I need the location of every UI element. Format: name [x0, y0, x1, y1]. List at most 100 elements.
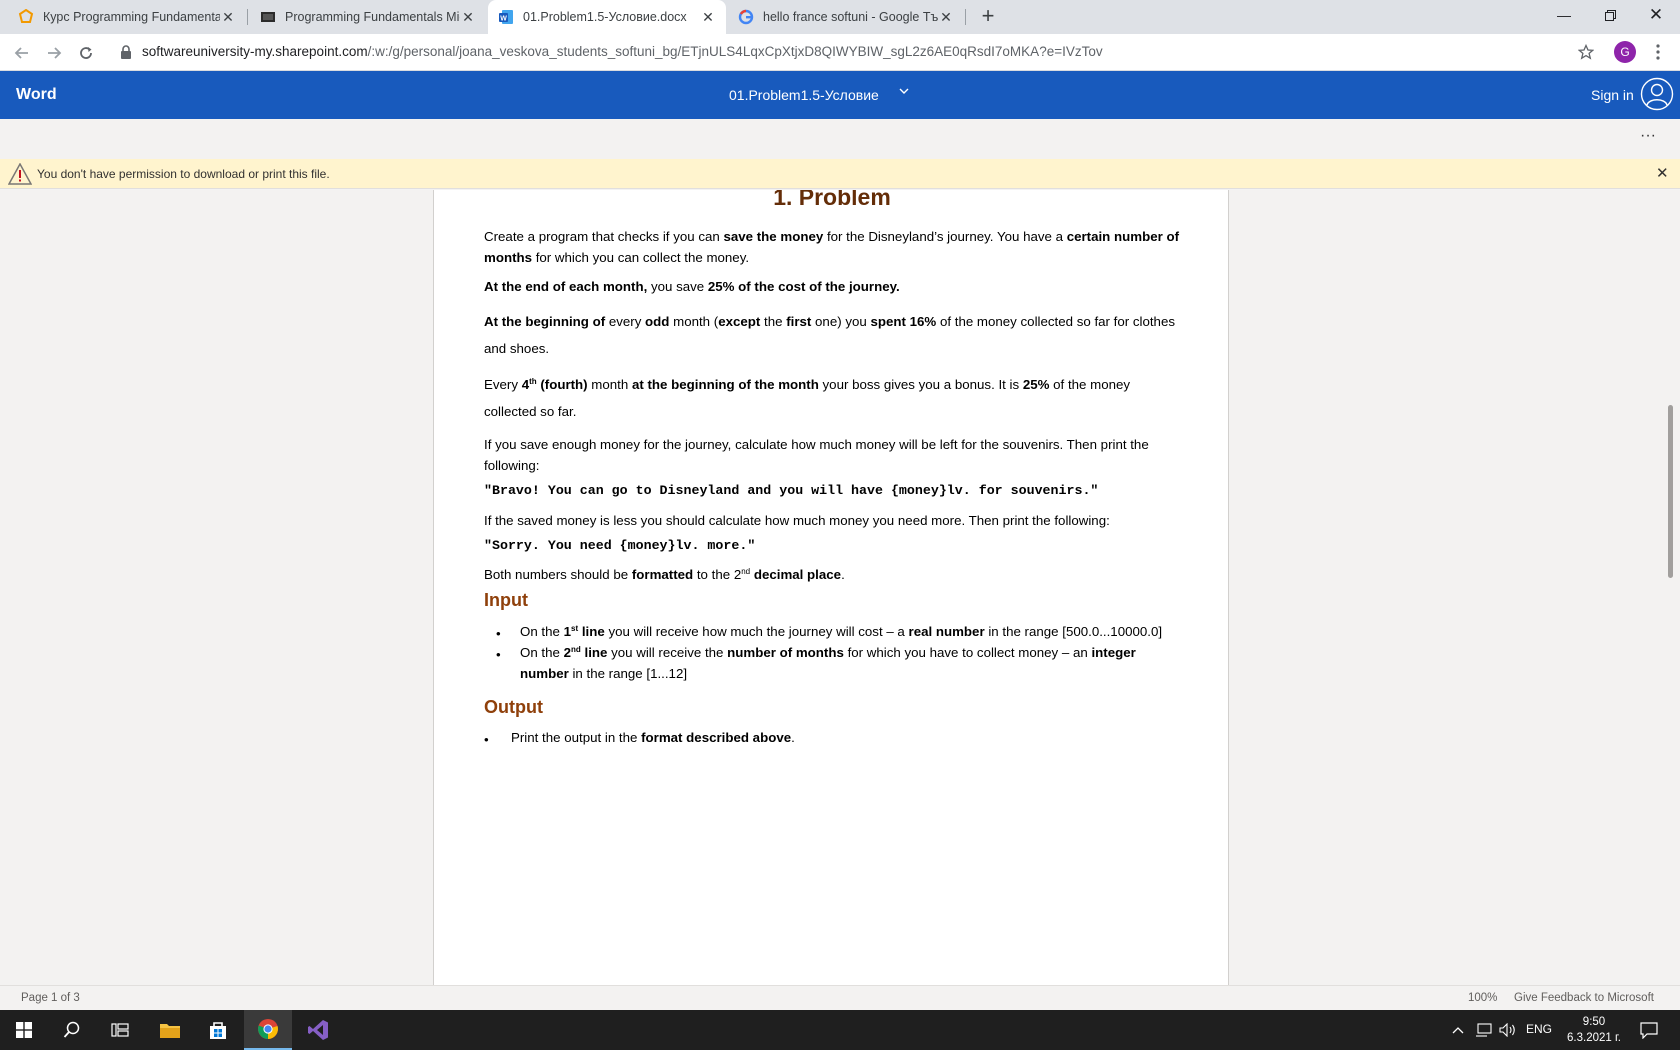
- paragraph-enough: If you save enough money for the journey…: [484, 437, 1149, 473]
- url-field[interactable]: softwareuniversity-my.sharepoint.com/:w:…: [110, 37, 1600, 67]
- list-item-input-1: On the 1st line you will receive how muc…: [520, 624, 1163, 639]
- search-button[interactable]: [48, 1010, 96, 1050]
- address-bar: softwareuniversity-my.sharepoint.com/:w:…: [0, 34, 1680, 71]
- restore-icon: [1604, 9, 1616, 21]
- list-item-input-2: On the 2nd line you will receive the num…: [520, 645, 1136, 681]
- new-tab-button[interactable]: +: [976, 5, 1000, 29]
- bullet-icon: •: [496, 647, 501, 662]
- word-icon: W: [499, 10, 513, 24]
- search-icon: [63, 1021, 80, 1038]
- paragraph-bonus: Every 4th (fourth) month at the beginnin…: [484, 377, 1131, 419]
- word-header: Word 01.Problem1.5-Условие Sign in: [0, 71, 1680, 119]
- lock-icon[interactable]: [120, 45, 132, 59]
- chevron-up-icon[interactable]: [1452, 1025, 1464, 1035]
- tab-label: Курс Programming Fundamentals: [43, 10, 220, 24]
- list-item-output-1: Print the output in the format described…: [511, 730, 795, 745]
- url-host: softwareuniversity-my.sharepoint.com: [142, 44, 368, 59]
- tab-video[interactable]: Programming Fundamentals Mid ✕: [250, 0, 486, 34]
- browser-tab-strip: Курс Programming Fundamentals ✕ Programm…: [0, 0, 1680, 34]
- url-path: /:w:/g/personal/joana_veskova_students_s…: [367, 44, 1103, 59]
- warning-icon: [8, 163, 32, 185]
- chevron-down-icon[interactable]: [898, 85, 910, 100]
- tab-course[interactable]: Курс Programming Fundamentals ✕: [8, 0, 246, 34]
- chrome-taskbar-button[interactable]: [244, 1010, 292, 1050]
- paragraph-less: If the saved money is less you should ca…: [484, 513, 1110, 528]
- input-heading: Input: [484, 590, 528, 610]
- close-icon[interactable]: ✕: [1656, 164, 1669, 182]
- back-arrow-icon: [14, 47, 28, 59]
- vertical-scrollbar[interactable]: [1668, 405, 1673, 578]
- folder-icon: [160, 1024, 180, 1038]
- task-view-button[interactable]: [96, 1010, 144, 1050]
- ribbon-bar: ···: [0, 119, 1680, 159]
- svg-text:W: W: [500, 16, 507, 23]
- warning-message: You don't have permission to download or…: [37, 167, 330, 181]
- reload-icon: [80, 47, 92, 59]
- code-bravo-output: "Bravo! You can go to Disneyland and you…: [484, 483, 1099, 498]
- tab-label: hello france softuni - Google Търсене: [763, 10, 938, 24]
- close-window-button[interactable]: ✕: [1633, 0, 1679, 30]
- network-icon[interactable]: [1475, 1023, 1493, 1037]
- language-indicator[interactable]: ENG: [1526, 1022, 1552, 1036]
- clock-time: 9:50: [1582, 1016, 1606, 1028]
- store-button[interactable]: [194, 1010, 242, 1050]
- forward-arrow-icon: [48, 47, 62, 59]
- more-options-button[interactable]: ···: [1640, 127, 1656, 145]
- app-name[interactable]: Word: [16, 86, 57, 104]
- sign-in-link[interactable]: Sign in: [1591, 87, 1634, 103]
- video-icon: [261, 12, 275, 22]
- softuni-icon: [18, 9, 34, 23]
- profile-avatar[interactable]: G: [1614, 41, 1636, 63]
- bullet-icon: •: [484, 732, 489, 747]
- paragraph-end-of-month: At the end of each month, you save 25% o…: [484, 279, 900, 294]
- system-clock[interactable]: 9:50 6.3.2021 г.: [1564, 1014, 1624, 1046]
- shopping-bag-icon: [210, 1022, 226, 1039]
- page-number: Page 1 of 3: [21, 992, 80, 1004]
- document-title[interactable]: 01.Problem1.5-Условие: [729, 87, 879, 103]
- close-tab-icon[interactable]: ✕: [700, 9, 716, 26]
- notifications-icon[interactable]: [1640, 1021, 1658, 1039]
- output-heading: Output: [484, 697, 543, 717]
- paragraph-beginning: At the beginning of every odd month (exc…: [484, 314, 1175, 356]
- tab-label: Programming Fundamentals Mid: [285, 10, 460, 24]
- browser-menu-button[interactable]: [1652, 43, 1664, 61]
- tab-google-search[interactable]: hello france softuni - Google Търсене ✕: [728, 0, 964, 34]
- clock-date: 6.3.2021 г.: [1567, 1032, 1621, 1044]
- chrome-icon: [258, 1019, 278, 1039]
- problem-heading: 1. Problem: [773, 190, 891, 210]
- forward-button[interactable]: [42, 41, 66, 65]
- tab-separator: [247, 9, 248, 25]
- file-explorer-button[interactable]: [146, 1010, 194, 1050]
- paragraph-format: Both numbers should be formatted to the …: [484, 567, 845, 582]
- star-bookmark-icon[interactable]: [1578, 44, 1594, 60]
- feedback-link[interactable]: Give Feedback to Microsoft: [1514, 992, 1654, 1004]
- windows-logo-icon: [16, 1022, 32, 1038]
- windows-taskbar: ENG 9:50 6.3.2021 г.: [0, 1010, 1680, 1050]
- code-sorry-output: "Sorry. You need {money}lv. more.": [484, 538, 756, 553]
- document-canvas[interactable]: 1. Problem Create a program that checks …: [0, 190, 1680, 985]
- volume-icon[interactable]: [1499, 1023, 1517, 1037]
- close-tab-icon[interactable]: ✕: [460, 9, 476, 26]
- url-text: softwareuniversity-my.sharepoint.com/:w:…: [142, 44, 1103, 59]
- tab-label: 01.Problem1.5-Условие.docx: [523, 10, 687, 24]
- google-icon: [738, 9, 754, 25]
- paragraph-intro: Create a program that checks if you can …: [484, 229, 1180, 265]
- person-icon[interactable]: [1640, 77, 1674, 111]
- start-button[interactable]: [0, 1010, 48, 1050]
- task-view-icon: [111, 1023, 129, 1037]
- tab-word-doc[interactable]: W 01.Problem1.5-Условие.docx ✕: [488, 0, 726, 34]
- bullet-icon: •: [496, 626, 501, 641]
- visual-studio-icon: [308, 1020, 328, 1040]
- visual-studio-button[interactable]: [294, 1010, 342, 1050]
- kebab-menu-icon: [1656, 44, 1660, 60]
- close-tab-icon[interactable]: ✕: [220, 9, 236, 26]
- document-page[interactable]: 1. Problem Create a program that checks …: [433, 190, 1229, 985]
- restore-button[interactable]: [1587, 0, 1633, 30]
- close-tab-icon[interactable]: ✕: [938, 9, 954, 26]
- permission-warning-bar: You don't have permission to download or…: [0, 159, 1680, 189]
- reload-button[interactable]: [74, 41, 98, 65]
- minimize-button[interactable]: —: [1541, 0, 1587, 30]
- status-bar: Page 1 of 3 100% Give Feedback to Micros…: [0, 985, 1680, 1010]
- zoom-level[interactable]: 100%: [1468, 992, 1497, 1004]
- back-button[interactable]: [10, 41, 34, 65]
